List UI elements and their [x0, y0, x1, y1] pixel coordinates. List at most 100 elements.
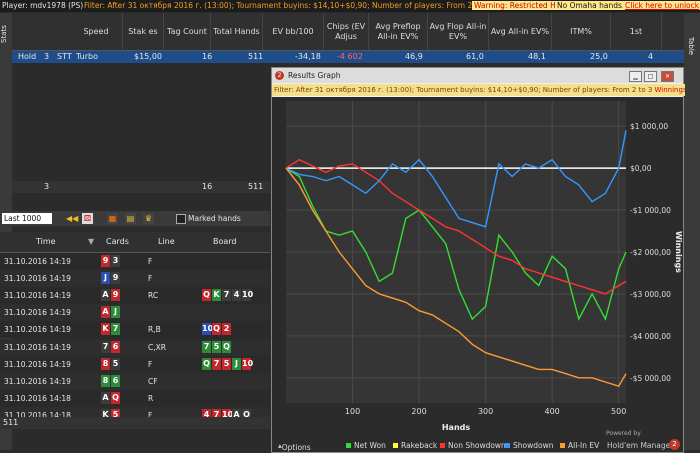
cell-first: 4	[648, 52, 654, 61]
legend-entry[interactable]: All-In EV	[560, 441, 599, 450]
col-chips-ev[interactable]: Chips (EV Adjus	[324, 13, 369, 50]
hand-row[interactable]: 31.10.2016 14:18 A Q R	[0, 389, 270, 407]
hole-cards: 76	[101, 340, 121, 353]
card: J	[232, 357, 241, 370]
trophy-icon[interactable]: ♛	[143, 213, 154, 224]
legend-swatch	[346, 443, 351, 448]
card: 5	[212, 340, 221, 353]
col-first[interactable]: 1st	[611, 13, 662, 50]
col-line[interactable]: Line	[158, 237, 175, 246]
y-axis-label: Winnings	[674, 231, 683, 273]
cell-preflop-ev: 46,9	[405, 52, 423, 61]
hands-toolbar: Last 1000 ◀◀ ⚄ ▦ ▤ ♛ Marked hands	[0, 211, 270, 226]
total-players: 3	[44, 182, 50, 191]
legend-entry[interactable]: Showdown	[505, 441, 553, 450]
stats-grid-row[interactable]: Hold 3 STT Turbo $15,00 16 511 -34,18 -4…	[12, 51, 684, 63]
omaha-notice: No Omaha hands.	[555, 1, 627, 10]
col-stakes[interactable]: Stak es	[123, 13, 164, 50]
x-tick-label: 300	[478, 407, 493, 416]
rewind-icon[interactable]: ◀◀	[66, 213, 78, 224]
cell-type: STT	[57, 52, 72, 61]
hand-time: 31.10.2016 14:19	[4, 376, 71, 386]
legend-label: Showdown	[513, 441, 554, 450]
brand-logo-icon: 2	[669, 439, 680, 450]
graph-winnings: Winnings: -$2 000,0	[654, 86, 685, 94]
board-cards: Q K 7 4 10	[202, 289, 253, 302]
card: Q	[212, 323, 221, 336]
results-graph-window: 2 Results Graph ▁ □ ✕ Filter: After 31 о…	[271, 67, 685, 453]
table-tab-label: Table	[687, 37, 695, 56]
col-board[interactable]: Board	[213, 237, 237, 246]
card: 10	[242, 357, 254, 370]
cell-allin-ev: 48,1	[528, 52, 546, 61]
table-side-tab[interactable]: Table	[684, 13, 700, 450]
y-tick-label: -$2 000,00	[630, 248, 671, 257]
cell-itm: 25,0	[590, 52, 608, 61]
hand-row[interactable]: 31.10.2016 14:19 A J	[0, 304, 270, 322]
hand-line: R	[148, 393, 154, 403]
hand-row[interactable]: 31.10.2016 14:19 8 6 CF	[0, 372, 270, 390]
hand-row[interactable]: 31.10.2016 14:19 K 7 R,B 10Q 2	[0, 321, 270, 339]
card: Q	[111, 391, 120, 404]
x-tick-label: 400	[545, 407, 560, 416]
col-time[interactable]: Time	[36, 237, 56, 246]
graph-title: Results Graph	[288, 71, 341, 80]
close-icon[interactable]: ✕	[661, 71, 674, 82]
last-hands-select[interactable]: Last 1000	[2, 213, 52, 224]
col-ev-bb[interactable]: EV bb/100	[263, 13, 324, 50]
card: 7	[111, 323, 120, 336]
col-cards[interactable]: Cards	[106, 237, 129, 246]
hand-row[interactable]: 31.10.2016 14:19 8 5 F Q 7 5 J 10	[0, 355, 270, 373]
legend-entry[interactable]: Non Showdown	[440, 441, 506, 450]
hand-line: R,B	[148, 325, 161, 335]
col-tag-count[interactable]: Tag Count	[164, 13, 211, 50]
marked-hands-checkbox[interactable]	[176, 214, 186, 224]
col-speed[interactable]: Speed	[70, 13, 123, 50]
hand-row[interactable]: 31.10.2016 14:19 7 6 C,XR 7 5 Q	[0, 338, 270, 356]
card: 10	[202, 323, 214, 336]
minimize-icon[interactable]: ▁	[629, 71, 642, 82]
sort-chevron-icon[interactable]: ▼	[88, 237, 94, 246]
chart-view-icon[interactable]: ▤	[125, 213, 136, 224]
x-tick-label: 200	[411, 407, 426, 416]
legend-label: Net Won	[354, 441, 386, 450]
card: 9	[101, 255, 110, 267]
hole-cards: AJ	[101, 306, 121, 319]
col-flop-ev[interactable]: Avg Flop All-in EV%	[428, 13, 489, 50]
cell-flop-ev: 61,0	[466, 52, 484, 61]
unlock-link[interactable]: Click here to unlock	[623, 1, 700, 10]
col-total-hands[interactable]: Total Hands	[211, 13, 263, 50]
maximize-icon[interactable]: □	[644, 71, 657, 82]
col-preflop-ev[interactable]: Avg Preflop All-in EV%	[369, 13, 428, 50]
grid-view-icon[interactable]: ▦	[107, 213, 118, 224]
legend-swatch	[440, 443, 445, 448]
card: 5	[111, 357, 120, 370]
x-tick-label: 500	[611, 407, 626, 416]
card: A	[101, 289, 110, 302]
card: 7	[202, 340, 211, 353]
card: 9	[111, 289, 120, 302]
hand-row[interactable]: 31.10.2016 14:19 9 3 F	[0, 253, 270, 270]
hand-time: 31.10.2016 14:19	[4, 257, 71, 266]
graph-filter-bar: Filter: After 31 октября 2016 г. (13:00)…	[272, 84, 685, 96]
y-tick-label: -$3 000,00	[630, 290, 671, 299]
hand-time: 31.10.2016 14:18	[4, 393, 71, 403]
board-cards: Q 7 5 J 10	[202, 357, 254, 370]
card: Q	[202, 289, 211, 302]
y-tick-label: -$1 000,00	[630, 206, 671, 215]
dice-icon[interactable]: ⚄	[82, 213, 93, 224]
hand-time: 31.10.2016 14:19	[4, 359, 71, 369]
hand-time: 31.10.2016 14:19	[4, 291, 71, 301]
options-button[interactable]: ▴ Options	[278, 441, 311, 452]
legend-entry[interactable]: Rakeback	[393, 441, 437, 450]
y-tick-label: $1 000,00	[630, 122, 668, 131]
total-tag-count: 16	[202, 182, 213, 191]
cell-stakes: $15,00	[134, 52, 162, 61]
hand-row[interactable]: 31.10.2016 14:19 A 9 RC Q K 7 4 10	[0, 287, 270, 305]
hole-cards: 93	[101, 255, 121, 267]
graph-title-bar[interactable]: 2 Results Graph ▁ □ ✕	[272, 68, 683, 83]
hand-row[interactable]: 31.10.2016 14:19 J 9 F	[0, 270, 270, 288]
col-itm[interactable]: ITM%	[552, 13, 611, 50]
col-allin-ev[interactable]: Avg All-in EV%	[489, 13, 552, 50]
legend-entry[interactable]: Net Won	[346, 441, 386, 450]
